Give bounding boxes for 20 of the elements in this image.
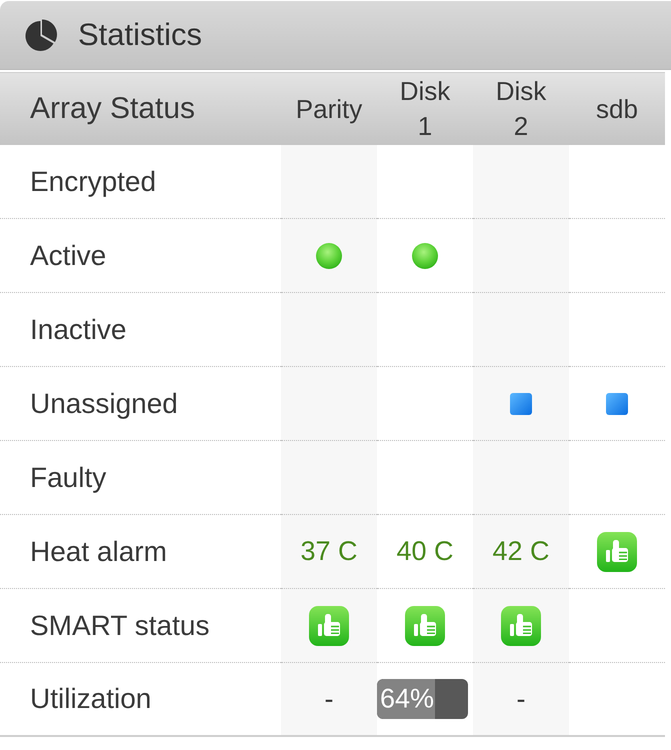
table-title: Array Status — [30, 92, 196, 125]
status-dot-icon — [316, 242, 342, 268]
table-cell: - — [473, 663, 569, 737]
thumbs-up-icon — [405, 606, 445, 646]
column-header: Parity — [296, 92, 362, 126]
status-dot-icon — [412, 242, 438, 268]
column-header: sdb — [596, 92, 638, 126]
table-cell: - — [281, 663, 377, 737]
table-cell: 37 C — [281, 515, 377, 589]
table-cell: 42 C — [473, 515, 569, 589]
column-header: Disk 2 — [494, 75, 548, 143]
column-header: Disk 1 — [398, 75, 452, 143]
status-square-icon — [510, 392, 532, 414]
pie-chart-icon — [25, 18, 58, 52]
thumbs-up-icon — [501, 606, 541, 646]
panel-title: Statistics — [78, 17, 202, 53]
thumbs-up-icon — [309, 606, 349, 646]
progress-label: 64% — [380, 684, 434, 714]
thumbs-up-icon — [597, 532, 637, 572]
status-square-icon — [606, 392, 628, 414]
